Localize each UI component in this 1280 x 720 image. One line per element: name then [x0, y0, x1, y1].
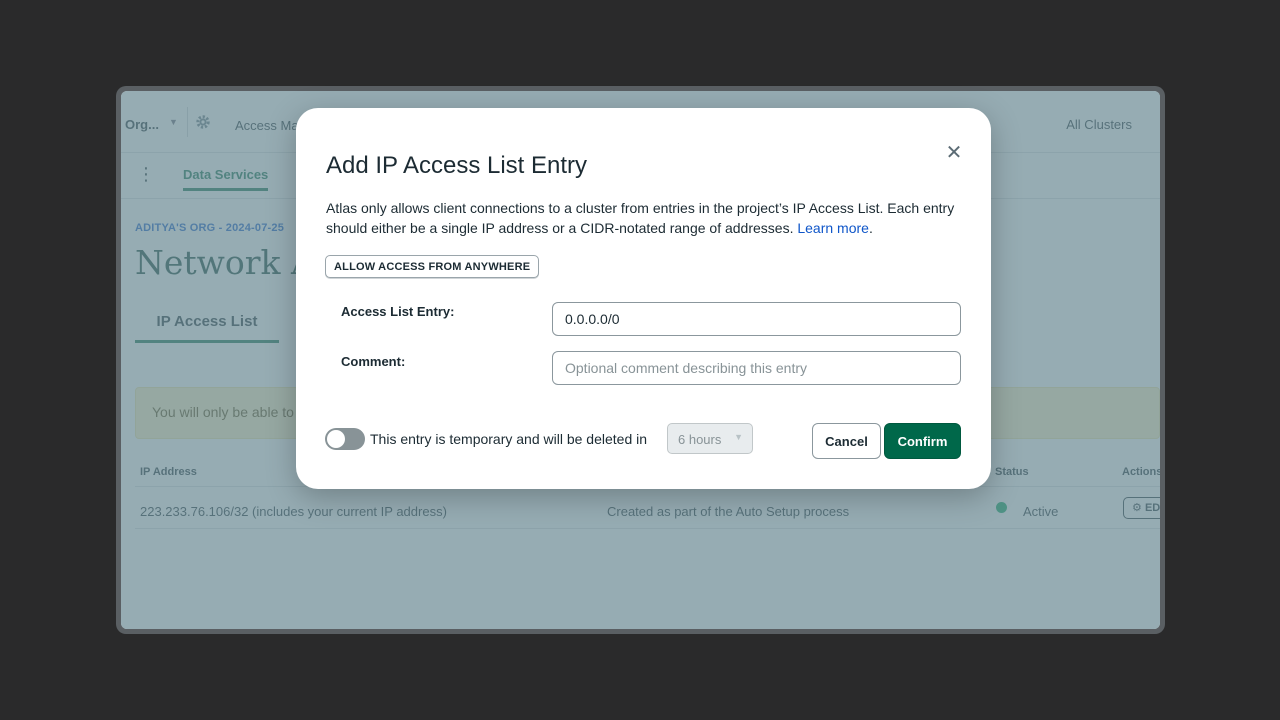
access-manager-menu[interactable]: Access Ma	[235, 118, 299, 133]
all-clusters-link[interactable]: All Clusters	[1066, 117, 1132, 132]
tab-ip-access-list[interactable]: IP Access List	[135, 313, 279, 343]
header-actions: Actions	[1122, 466, 1160, 478]
row-status: Active	[1023, 504, 1059, 519]
add-ip-access-modal: Add IP Access List Entry ✕ Atlas only al…	[296, 108, 991, 489]
org-settings-button[interactable]	[187, 107, 217, 137]
temporary-entry-toggle[interactable]	[325, 428, 365, 450]
tab-data-services[interactable]: Data Services	[183, 167, 269, 191]
org-selector[interactable]: Org...	[125, 117, 159, 132]
edit-button-label: ED	[1144, 502, 1160, 514]
modal-description: Atlas only allows client connections to …	[326, 200, 955, 236]
row-divider	[135, 528, 1160, 529]
header-status: Status	[995, 466, 1029, 478]
gear-icon: ⚙	[1132, 502, 1142, 514]
confirm-button[interactable]: Confirm	[884, 423, 961, 459]
close-icon[interactable]: ✕	[943, 142, 965, 164]
row-comment: Created as part of the Auto Setup proces…	[607, 504, 850, 519]
comment-label: Comment:	[341, 354, 406, 369]
cancel-button[interactable]: Cancel	[812, 423, 881, 459]
access-entry-input[interactable]	[552, 302, 961, 336]
comment-input[interactable]	[552, 351, 961, 385]
status-active-icon	[996, 502, 1007, 513]
modal-title: Add IP Access List Entry	[326, 152, 588, 179]
duration-select[interactable]: 6 hours ▼	[667, 423, 753, 454]
gear-icon	[195, 115, 210, 129]
header-ip-address: IP Address	[140, 466, 197, 478]
access-entry-label: Access List Entry:	[341, 304, 455, 319]
row-ip-address: 223.233.76.106/32 (includes your current…	[140, 504, 447, 519]
edit-button[interactable]: ⚙ ED	[1123, 497, 1160, 519]
kebab-menu-icon[interactable]: ⋮	[137, 165, 155, 183]
banner-text: You will only be able to	[152, 404, 294, 420]
temporary-entry-label: This entry is temporary and will be dele…	[370, 431, 648, 447]
duration-value: 6 hours	[678, 432, 722, 447]
allow-access-anywhere-button[interactable]: ALLOW ACCESS FROM ANYWHERE	[325, 255, 540, 278]
caret-down-icon: ▼	[734, 432, 743, 442]
caret-down-icon: ▼	[169, 117, 178, 127]
toggle-knob	[327, 430, 345, 448]
breadcrumb[interactable]: ADITYA'S ORG - 2024-07-25	[135, 222, 284, 234]
learn-more-link[interactable]: Learn more	[797, 220, 869, 236]
